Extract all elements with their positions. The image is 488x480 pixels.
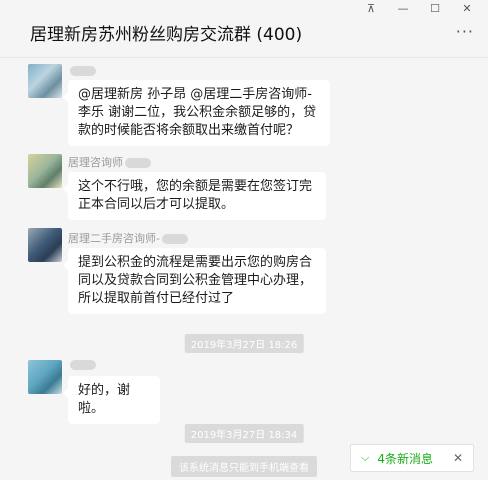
more-icon[interactable]: ··· <box>456 22 474 41</box>
message-bubble[interactable]: 好的，谢啦。 <box>63 376 160 424</box>
chat-title: 居理新房苏州粉丝购房交流群 (400) <box>30 25 303 45</box>
blurred-name <box>125 158 151 168</box>
close-icon[interactable]: ✕ <box>453 451 463 465</box>
message-bubble[interactable]: @居理新房 孙子昂 @居理二手房咨询师-李乐 谢谢二位，我公积金余额足够的，贷款… <box>63 80 330 146</box>
sender-name <box>68 358 96 371</box>
minimize-icon[interactable]: — <box>394 2 412 16</box>
avatar[interactable] <box>28 154 62 188</box>
close-icon[interactable]: ✕ <box>458 2 476 16</box>
title-bar: 居理新房苏州粉丝购房交流群 (400) ⊼ — ☐ ✕ ··· <box>0 0 488 58</box>
blurred-name <box>70 66 96 76</box>
avatar[interactable] <box>28 64 62 98</box>
sender-name: 居理二手房咨询师- <box>68 230 188 246</box>
message-bubble[interactable]: 提到公积金的流程是需要出示您的购房合同以及贷款合同到公积金管理中心办理，所以提取… <box>63 248 326 314</box>
sender-name <box>68 64 96 77</box>
maximize-icon[interactable]: ☐ <box>426 2 444 16</box>
blurred-name <box>161 234 188 244</box>
pin-icon[interactable]: ⊼ <box>362 2 380 16</box>
chat-area: @居理新房 孙子昂 @居理二手房咨询师-李乐 谢谢二位，我公积金余额足够的，贷款… <box>0 58 488 480</box>
blurred-name <box>70 360 96 370</box>
chevron-down-icon: ⌵ <box>361 451 370 464</box>
timestamp: 2019年3月27日 18:34 <box>184 424 304 443</box>
sender-name: 居理咨询师 <box>68 154 151 170</box>
avatar[interactable] <box>28 228 62 262</box>
timestamp: 2019年3月27日 18:26 <box>184 334 304 353</box>
system-notice: 该系统消息只能到手机端查看 <box>171 456 317 477</box>
message-bubble[interactable]: 这个不行哦，您的余额是需要在您签订完正本合同以后才可以提取。 <box>63 172 326 220</box>
window-controls: ⊼ — ☐ ✕ <box>362 2 476 16</box>
avatar[interactable] <box>28 360 62 394</box>
new-messages-label: 4条新消息 <box>377 451 433 466</box>
new-messages-button[interactable]: ⌵ 4条新消息 ✕ <box>350 444 474 472</box>
